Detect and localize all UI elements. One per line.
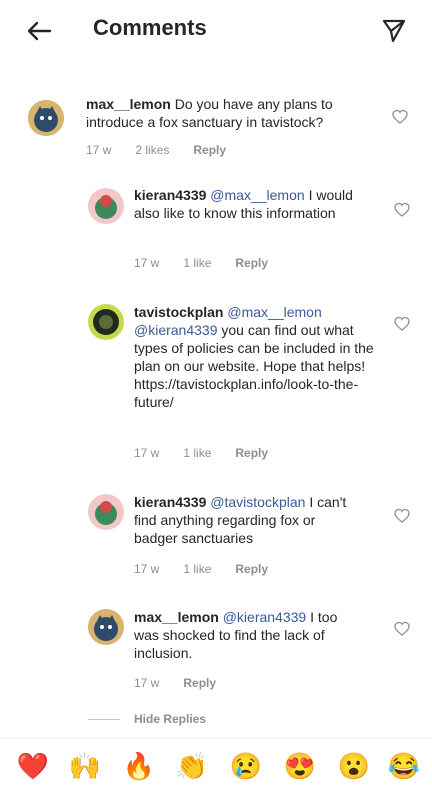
- clapping-hands-emoji-icon[interactable]: 👏: [173, 747, 211, 785]
- comment-likes[interactable]: 1 like: [183, 562, 211, 576]
- surprised-face-emoji-icon[interactable]: 😮: [335, 747, 373, 785]
- red-heart-emoji-icon[interactable]: ❤️: [14, 747, 52, 785]
- reply-button[interactable]: Reply: [235, 446, 268, 460]
- comment-text: kieran4339 @max__lemon I would also like…: [134, 186, 354, 222]
- comment-username[interactable]: max__lemon: [86, 96, 171, 112]
- comment-text: max__lemon Do you have any plans to intr…: [86, 95, 378, 131]
- comment-meta: 17 w 2 likes Reply: [86, 143, 250, 157]
- comment-mention[interactable]: @tavistockplan: [210, 494, 305, 510]
- reply-comment: kieran4339 @max__lemon I would also like…: [0, 180, 432, 275]
- reply-comment: max__lemon @kieran4339 I too was shocked…: [0, 603, 432, 698]
- fire-emoji-icon[interactable]: 🔥: [120, 747, 158, 785]
- comment-likes[interactable]: 2 likes: [135, 143, 169, 157]
- reply-button[interactable]: Reply: [183, 676, 216, 690]
- like-heart-icon[interactable]: [394, 202, 410, 218]
- avatar[interactable]: [88, 609, 124, 645]
- comment-time: 17 w: [134, 256, 160, 270]
- divider-line: [88, 718, 120, 720]
- comment-mention[interactable]: @max__lemon: [210, 187, 304, 203]
- laughing-face-emoji-icon[interactable]: 😂: [385, 747, 423, 785]
- crying-face-emoji-icon[interactable]: 😢: [227, 747, 265, 785]
- reply-button[interactable]: Reply: [193, 143, 226, 157]
- comment-time: 17 w: [86, 143, 112, 157]
- like-heart-icon[interactable]: [392, 109, 408, 125]
- avatar[interactable]: [28, 100, 64, 136]
- avatar[interactable]: [88, 188, 124, 224]
- emoji-reaction-bar: ❤️ 🙌 🔥 👏 😢 😍 😮 😂: [0, 738, 432, 793]
- like-heart-icon[interactable]: [394, 508, 410, 524]
- comment-meta: 17 w Reply: [134, 676, 240, 690]
- heart-eyes-emoji-icon[interactable]: 😍: [281, 747, 319, 785]
- comment-mention[interactable]: @kieran4339: [223, 609, 307, 625]
- reply-comment: tavistockplan @max__lemon @kieran4339 yo…: [0, 298, 432, 468]
- reply-button[interactable]: Reply: [235, 562, 268, 576]
- like-heart-icon[interactable]: [394, 316, 410, 332]
- comment-time: 17 w: [134, 562, 160, 576]
- comment-text: max__lemon @kieran4339 I too was shocked…: [134, 608, 366, 662]
- comment-username[interactable]: max__lemon: [134, 609, 219, 625]
- page-title: Comments: [93, 15, 207, 40]
- comment-meta: 17 w 1 like Reply: [134, 446, 292, 460]
- back-arrow-icon[interactable]: [22, 14, 56, 48]
- comment: max__lemon Do you have any plans to intr…: [0, 90, 432, 160]
- hide-replies-toggle[interactable]: Hide Replies: [88, 712, 206, 726]
- comment-meta: 17 w 1 like Reply: [134, 562, 292, 576]
- comment-time: 17 w: [134, 676, 160, 690]
- comment-meta: 17 w 1 like Reply: [134, 256, 292, 270]
- comment-text: kieran4339 @tavistockplan I can't find a…: [134, 493, 354, 547]
- header: Comments: [0, 0, 432, 62]
- comment-likes[interactable]: 1 like: [183, 256, 211, 270]
- comment-username[interactable]: tavistockplan: [134, 304, 223, 320]
- raised-hands-emoji-icon[interactable]: 🙌: [66, 747, 104, 785]
- reply-comment: kieran4339 @tavistockplan I can't find a…: [0, 488, 432, 583]
- comment-username[interactable]: kieran4339: [134, 494, 206, 510]
- comment-text: tavistockplan @max__lemon @kieran4339 yo…: [134, 303, 374, 411]
- avatar[interactable]: [88, 304, 124, 340]
- send-icon[interactable]: [376, 13, 412, 49]
- avatar[interactable]: [88, 494, 124, 530]
- reply-button[interactable]: Reply: [235, 256, 268, 270]
- comment-time: 17 w: [134, 446, 160, 460]
- like-heart-icon[interactable]: [394, 621, 410, 637]
- comment-username[interactable]: kieran4339: [134, 187, 206, 203]
- comment-likes[interactable]: 1 like: [183, 446, 211, 460]
- hide-replies-label[interactable]: Hide Replies: [134, 712, 206, 726]
